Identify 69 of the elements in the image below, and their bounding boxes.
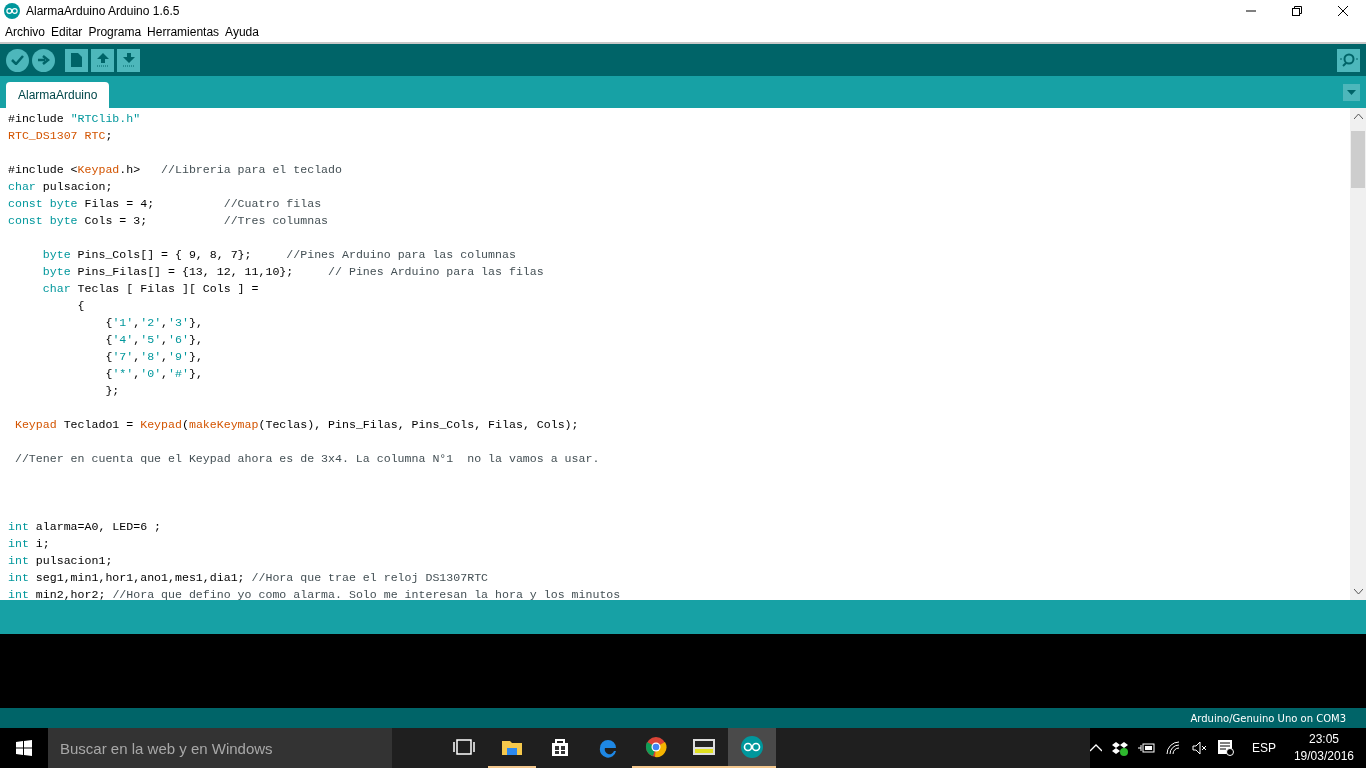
start-button[interactable]	[0, 728, 48, 768]
browser-ball-icon	[645, 736, 667, 758]
code-line: const byte Filas = 4; //Cuatro filas	[7, 196, 323, 212]
language-indicator[interactable]: ESP	[1251, 741, 1276, 755]
folder-icon	[501, 738, 523, 756]
window-title: AlarmaArduino Arduino 1.6.5	[26, 4, 180, 18]
check-icon	[11, 55, 24, 65]
notification-icon[interactable]	[1217, 740, 1234, 756]
save-button[interactable]	[117, 48, 140, 72]
windows-logo-icon	[16, 740, 32, 756]
code-line: byte Pins_Filas[] = {13, 12, 11,10}; // Pines Arduino para las filas	[41, 264, 545, 280]
wifi-icon[interactable]	[1165, 741, 1182, 755]
new-button[interactable]	[65, 48, 88, 72]
tab-menu-button[interactable]	[1343, 83, 1360, 101]
open-button[interactable]	[91, 48, 114, 72]
serial-monitor-button[interactable]	[1337, 48, 1360, 72]
clock-date[interactable]: 19/03/2016	[1293, 748, 1354, 765]
search-field[interactable]: Buscar en la web y en Windows	[48, 728, 392, 768]
scroll-down-icon[interactable]	[1353, 589, 1363, 594]
code-line: {'1','2','3'},	[104, 315, 204, 331]
code-line: RTC_DS1307 RTC;	[7, 128, 114, 144]
device-icon	[692, 737, 716, 757]
code-line: //Tener en cuenta que el Keypad ahora es de 3x4. La columna N°1 no la vamos a usar.	[13, 451, 601, 467]
restore-icon	[1292, 6, 1302, 16]
box-sync-icon[interactable]	[1111, 740, 1128, 756]
arrow-right-icon	[37, 55, 50, 65]
code-line: {'7','8','9'},	[104, 349, 204, 365]
magnifier-icon	[1339, 53, 1358, 67]
app-logo-icon	[4, 3, 20, 19]
document-icon	[71, 53, 82, 67]
taskbar-app-button[interactable]	[728, 728, 776, 768]
board-status: Arduino/Genuino Uno on COM3	[1190, 712, 1346, 724]
code-line: int min2,hor2; //Hora que defino yo como alarma. Solo me interesan la hora y los minutos	[7, 587, 622, 600]
code-line: };	[104, 383, 121, 399]
code-line: char Teclas [ Filas ][ Cols ] =	[41, 281, 260, 297]
menu-item[interactable]: Archivo	[2, 25, 48, 39]
code-line: {	[76, 298, 86, 314]
chevron-up-icon[interactable]	[1089, 744, 1102, 752]
code-line: const byte Cols = 3; //Tres columnas	[7, 213, 330, 229]
file-tab[interactable]: AlarmaArduino	[6, 82, 110, 108]
arrow-up-icon	[96, 53, 109, 67]
caret-icon	[1347, 89, 1356, 95]
infinity-logo-icon	[740, 735, 764, 759]
code-line: {'4','5','6'},	[104, 332, 204, 348]
code-line: byte Pins_Cols[] = { 9, 8, 7}; //Pines Arduino para las columnas	[41, 247, 517, 263]
code-line: int alarma=A0, LED=6 ;	[7, 519, 163, 535]
menu-item[interactable]: Editar	[48, 25, 86, 39]
verify-button[interactable]	[6, 48, 29, 72]
close-icon	[1338, 6, 1348, 16]
code-line: int i;	[7, 536, 51, 552]
code-line: int pulsacion1;	[7, 553, 114, 569]
shopping-bag-icon	[550, 737, 570, 757]
code-line: #include <Keypad.h> //Libreria para el teclado	[7, 162, 343, 178]
scroll-up-icon[interactable]	[1353, 114, 1363, 119]
volume-muted-icon[interactable]	[1191, 741, 1208, 755]
clock-time[interactable]: 23:05	[1308, 731, 1339, 748]
menu-item[interactable]: Ayuda	[222, 25, 262, 39]
code-line: #include "RTClib.h"	[7, 111, 142, 127]
menu-item[interactable]: Programa	[85, 25, 145, 39]
code-line: char pulsacion;	[7, 179, 114, 195]
scrollbar-thumb[interactable]	[1351, 131, 1365, 188]
code-line: Keypad Teclado1 = Keypad(makeKeymap(Teclas), Pins_Filas, Pins_Cols, Filas, Cols);	[13, 417, 580, 433]
arrow-down-icon	[122, 53, 135, 67]
battery-plug-icon[interactable]	[1137, 742, 1156, 754]
code-line: {'*','0','#'},	[104, 366, 204, 382]
task-view-icon	[453, 739, 475, 755]
upload-button[interactable]	[32, 48, 55, 72]
menu-item[interactable]: Herramientas	[144, 25, 223, 39]
code-line: int seg1,min1,hor1,ano1,mes1,dia1; //Hora que trae el reloj DS1307RTC	[7, 570, 490, 586]
